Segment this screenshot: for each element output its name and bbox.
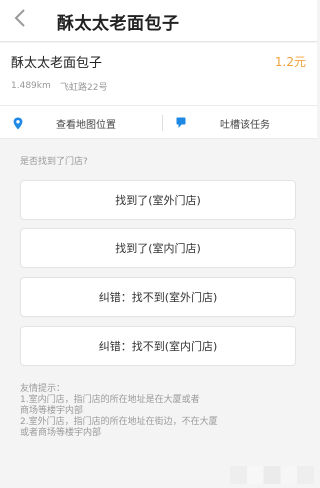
chevron-left-icon bbox=[13, 8, 27, 32]
tips-line: 商场等楼宇内部 bbox=[20, 406, 84, 416]
tips-line: 1.室内门店，指门店的所在地址是在大厦或者 bbox=[20, 395, 200, 405]
tips-line: 2.室外门店，指门店的所在地址在街边，不在大厦 bbox=[20, 417, 218, 427]
view-map-label: 查看地图位置 bbox=[56, 119, 116, 131]
found-outdoor-button[interactable]: 找到了(室外门店) bbox=[20, 180, 296, 220]
task-price: 1.2元 bbox=[274, 55, 306, 69]
tips-section: 友情提示： 1.室内门店，指门店的所在地址是在大厦或者 商场等楼宇内部 2.室外… bbox=[20, 384, 300, 439]
store-info-card: 酥太太老面包子 1.2元 1.489km 飞虹路22号 bbox=[0, 43, 317, 105]
action-row: 查看地图位置 吐槽该任务 bbox=[0, 105, 317, 139]
top-bar: 酥太太老面包子 bbox=[0, 0, 317, 42]
store-name: 酥太太老面包子 bbox=[11, 56, 103, 71]
found-indoor-button[interactable]: 找到了(室内门店) bbox=[20, 228, 296, 268]
report-task-button[interactable]: 吐槽该任务 bbox=[175, 106, 315, 140]
tips-line: 或者商场等楼宇内部 bbox=[20, 428, 102, 438]
report-task-label: 吐槽该任务 bbox=[220, 119, 270, 131]
tips-title: 友情提示： bbox=[20, 384, 66, 394]
back-button[interactable] bbox=[6, 6, 34, 34]
flag-icon bbox=[175, 116, 187, 130]
not-found-outdoor-button[interactable]: 纠错：找不到(室外门店) bbox=[20, 277, 296, 317]
store-address: 飞虹路22号 bbox=[60, 83, 108, 93]
location-pin-icon bbox=[12, 116, 24, 130]
action-divider bbox=[162, 115, 163, 131]
view-map-button[interactable]: 查看地图位置 bbox=[12, 106, 152, 140]
page-title: 酥太太老面包子 bbox=[57, 14, 180, 34]
found-store-question: 是否找到了门店? bbox=[20, 157, 88, 167]
store-distance: 1.489km bbox=[11, 81, 51, 91]
blurred-watermark bbox=[230, 466, 314, 484]
not-found-indoor-button[interactable]: 纠错：找不到(室内门店) bbox=[20, 326, 296, 366]
